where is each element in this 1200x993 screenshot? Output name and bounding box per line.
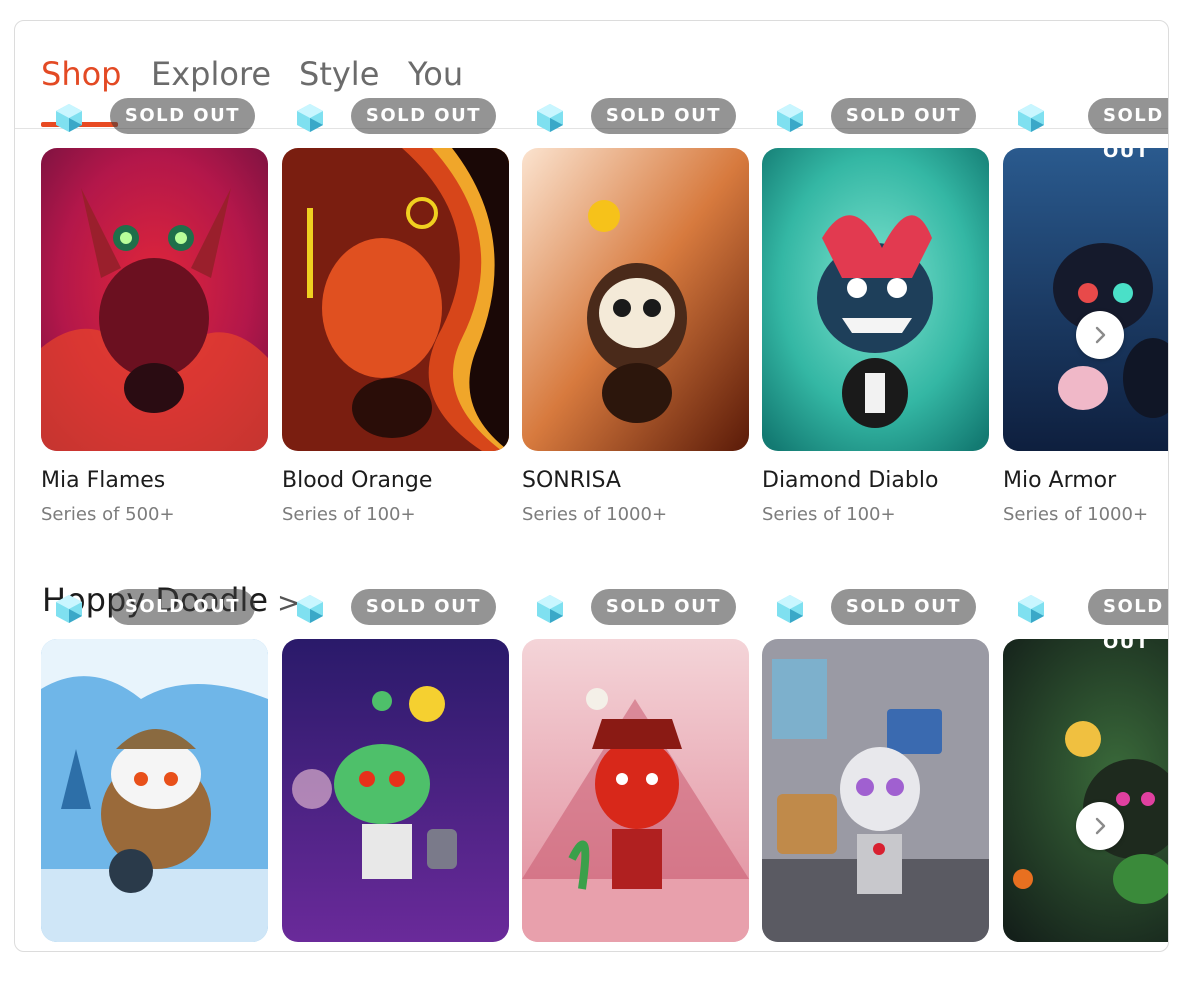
sold-out-badge: SOLD OUT bbox=[1088, 98, 1168, 162]
sold-out-badge: SOLD OUT bbox=[590, 589, 736, 625]
avatar-image bbox=[282, 148, 509, 451]
gem-icon bbox=[297, 104, 323, 132]
item-series: Series of 1000+ bbox=[522, 504, 668, 525]
shop-panel: Shop Explore Style You SOLD OUT Mia Flam… bbox=[14, 20, 1169, 952]
item-name: Mio Armor bbox=[1003, 468, 1117, 493]
avatar-image bbox=[41, 148, 268, 451]
gem-icon bbox=[1018, 104, 1044, 132]
gem-icon bbox=[56, 595, 82, 623]
gem-icon bbox=[537, 104, 563, 132]
sold-out-badge: SOLD OUT bbox=[350, 98, 496, 134]
item-series: Series of 1000+ bbox=[1003, 504, 1149, 525]
tab-shop[interactable]: Shop bbox=[41, 55, 121, 93]
gem-icon bbox=[777, 104, 803, 132]
avatar-image bbox=[522, 639, 749, 942]
item-name: Mia Flames bbox=[41, 468, 166, 493]
chevron-right-icon bbox=[1095, 326, 1106, 344]
sold-out-badge: SOLD OUT bbox=[830, 589, 976, 625]
avatar-image bbox=[1003, 148, 1168, 451]
avatar-image bbox=[1003, 639, 1168, 942]
chevron-right-icon bbox=[1095, 817, 1106, 835]
sold-out-badge: SOLD OUT bbox=[590, 98, 736, 134]
sold-out-badge: SOLD OUT bbox=[109, 98, 255, 134]
gem-icon bbox=[297, 595, 323, 623]
collection-carousel: SOLD OUT SOLD OUT SOLD OUT SOLD OUT SOLD… bbox=[41, 589, 1168, 949]
gem-icon bbox=[537, 595, 563, 623]
sold-out-badge: SOLD OUT bbox=[830, 98, 976, 134]
sold-out-badge: SOLD OUT bbox=[109, 589, 255, 625]
item-series: Series of 100+ bbox=[762, 504, 896, 525]
gem-icon bbox=[777, 595, 803, 623]
tab-explore[interactable]: Explore bbox=[151, 55, 271, 93]
avatar-image bbox=[282, 639, 509, 942]
avatar-image bbox=[762, 148, 989, 451]
item-series: Series of 100+ bbox=[282, 504, 416, 525]
item-series: Series of 500+ bbox=[41, 504, 175, 525]
item-name: Blood Orange bbox=[282, 468, 433, 493]
item-name: SONRISA bbox=[522, 468, 621, 493]
avatar-image bbox=[762, 639, 989, 942]
sold-out-badge: SOLD OUT bbox=[1088, 589, 1168, 653]
item-name: Diamond Diablo bbox=[762, 468, 939, 493]
avatar-image bbox=[41, 639, 268, 942]
tab-you[interactable]: You bbox=[408, 55, 463, 93]
sold-out-badge: SOLD OUT bbox=[350, 589, 496, 625]
avatar-image bbox=[522, 148, 749, 451]
carousel-next-button[interactable] bbox=[1076, 802, 1124, 850]
carousel-next-button[interactable] bbox=[1076, 311, 1124, 359]
tab-style[interactable]: Style bbox=[299, 55, 379, 93]
gem-icon bbox=[56, 104, 82, 132]
gem-icon bbox=[1018, 595, 1044, 623]
featured-carousel: SOLD OUT Mia Flames Series of 500+ SOLD … bbox=[41, 98, 1168, 525]
